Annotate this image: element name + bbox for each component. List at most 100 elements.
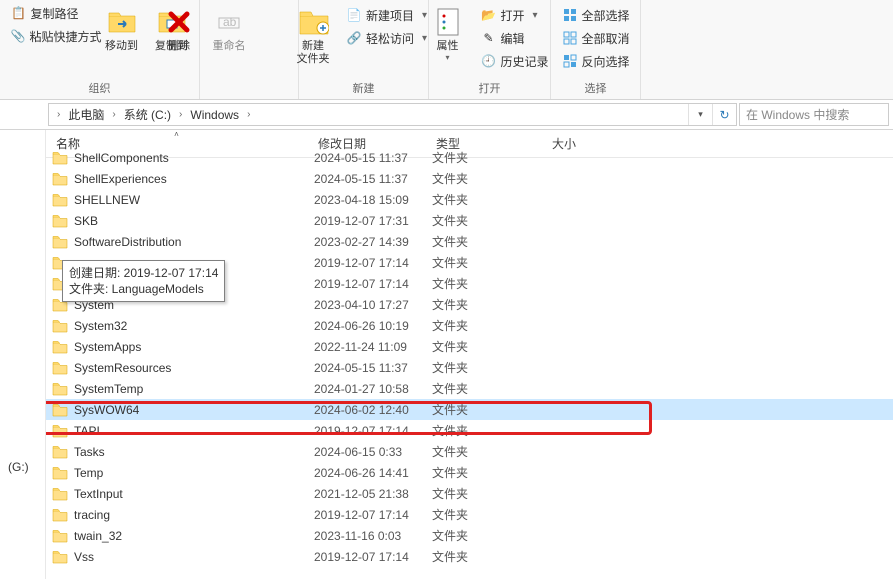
- history-button[interactable]: 🕘历史记录: [475, 50, 555, 72]
- edit-icon: ✎: [481, 30, 497, 46]
- new-item-icon: 📄: [346, 7, 362, 23]
- chevron-right-icon[interactable]: ›: [243, 109, 254, 120]
- search-input[interactable]: 在 Windows 中搜索: [739, 103, 889, 126]
- select-none-button[interactable]: 全部取消: [556, 27, 636, 49]
- table-row[interactable]: SKB2019-12-07 17:31文件夹: [46, 210, 893, 231]
- folder-icon: [52, 381, 68, 397]
- move-to-button[interactable]: 移动到: [99, 2, 145, 72]
- easy-access-icon: 🔗: [346, 30, 362, 46]
- crumb-windows[interactable]: Windows: [186, 104, 243, 125]
- cell-name: SystemResources: [74, 361, 314, 375]
- new-item-button[interactable]: 📄新建项目▾: [340, 4, 437, 26]
- cell-name: TextInput: [74, 487, 314, 501]
- paste-shortcut-button[interactable]: 📎粘贴快捷方式: [5, 25, 95, 47]
- cell-name: Tasks: [74, 445, 314, 459]
- table-row[interactable]: SystemResources2024-05-15 11:37文件夹: [46, 357, 893, 378]
- table-row[interactable]: TAPI2019-12-07 17:14文件夹: [46, 420, 893, 441]
- open-button[interactable]: 📂打开▾: [475, 4, 555, 26]
- chevron-down-icon: ▾: [698, 109, 703, 120]
- table-row[interactable]: ShellComponents2024-05-15 11:37文件夹: [46, 147, 893, 168]
- cell-date: 2023-04-18 15:09: [314, 193, 432, 207]
- table-row[interactable]: SystemApps2022-11-24 11:09文件夹: [46, 336, 893, 357]
- chevron-right-icon[interactable]: ›: [108, 109, 119, 120]
- cell-type: 文件夹: [432, 212, 548, 229]
- folder-icon: [52, 423, 68, 439]
- folder-icon: [52, 528, 68, 544]
- cell-date: 2024-06-26 14:41: [314, 466, 432, 480]
- properties-icon: [432, 6, 464, 38]
- table-row[interactable]: Temp2024-06-26 14:41文件夹: [46, 462, 893, 483]
- cell-type: 文件夹: [432, 485, 548, 502]
- cell-type: 文件夹: [432, 527, 548, 544]
- cell-name: SystemTemp: [74, 382, 314, 396]
- cell-type: 文件夹: [432, 401, 548, 418]
- easy-access-button[interactable]: 🔗轻松访问▾: [340, 27, 437, 49]
- crumb-this-pc[interactable]: 此电脑: [64, 104, 108, 125]
- table-row[interactable]: TextInput2021-12-05 21:38文件夹: [46, 483, 893, 504]
- cell-type: 文件夹: [432, 506, 548, 523]
- cell-name: TAPI: [74, 424, 314, 438]
- address-dropdown[interactable]: ▾: [688, 104, 712, 125]
- cell-type: 文件夹: [432, 359, 548, 376]
- cell-type: 文件夹: [432, 548, 548, 565]
- folder-icon: [52, 444, 68, 460]
- cell-name: Vss: [74, 550, 314, 564]
- folder-icon: [52, 213, 68, 229]
- cell-type: 文件夹: [432, 464, 548, 481]
- sort-indicator-icon: ˄: [174, 130, 179, 139]
- table-row[interactable]: twain_322023-11-16 0:03文件夹: [46, 525, 893, 546]
- breadcrumb-path[interactable]: › 此电脑 › 系统 (C:) › Windows › ▾ ↻: [48, 103, 737, 126]
- new-folder-button[interactable]: 新建 文件夹: [290, 2, 336, 72]
- edit-button[interactable]: ✎编辑: [475, 27, 555, 49]
- refresh-button[interactable]: ↻: [712, 104, 736, 125]
- delete-button[interactable]: 删除: [156, 2, 202, 72]
- nav-tree[interactable]: (G:): [0, 130, 46, 579]
- crumb-c-drive[interactable]: 系统 (C:): [120, 104, 175, 125]
- table-row[interactable]: System322024-06-26 10:19文件夹: [46, 315, 893, 336]
- invert-selection-button[interactable]: 反向选择: [556, 50, 636, 72]
- table-row[interactable]: SystemTemp2024-01-27 10:58文件夹: [46, 378, 893, 399]
- select-none-icon: [562, 30, 578, 46]
- folder-icon: [52, 402, 68, 418]
- cell-type: 文件夹: [432, 422, 548, 439]
- address-bar: › 此电脑 › 系统 (C:) › Windows › ▾ ↻ 在 Window…: [0, 100, 893, 130]
- cell-date: 2024-06-26 10:19: [314, 319, 432, 333]
- chevron-right-icon[interactable]: ›: [53, 109, 64, 120]
- drive-g[interactable]: (G:): [8, 460, 29, 474]
- cell-date: 2019-12-07 17:14: [314, 277, 432, 291]
- cell-date: 2023-02-27 14:39: [314, 235, 432, 249]
- copy-path-button[interactable]: 📋复制路径: [5, 2, 95, 24]
- cell-name: SKB: [74, 214, 314, 228]
- select-all-button[interactable]: 全部选择: [556, 4, 636, 26]
- cell-name: System32: [74, 319, 314, 333]
- cell-type: 文件夹: [432, 191, 548, 208]
- cell-date: 2019-12-07 17:14: [314, 508, 432, 522]
- cell-date: 2019-12-07 17:14: [314, 424, 432, 438]
- table-row[interactable]: SysWOW642024-06-02 12:40文件夹: [46, 399, 893, 420]
- table-row[interactable]: ShellExperiences2024-05-15 11:37文件夹: [46, 168, 893, 189]
- rename-button[interactable]: ab重命名: [206, 2, 252, 72]
- cell-date: 2019-12-07 17:14: [314, 256, 432, 270]
- folder-icon: [52, 150, 68, 166]
- table-row[interactable]: Tasks2024-06-15 0:33文件夹: [46, 441, 893, 462]
- chevron-right-icon[interactable]: ›: [175, 109, 186, 120]
- rows-container: ShellComponents2024-05-15 11:37文件夹ShellE…: [46, 147, 893, 567]
- ribbon-group-open: 打开: [479, 78, 501, 99]
- cell-date: 2024-06-02 12:40: [314, 403, 432, 417]
- properties-button[interactable]: 属性▾: [425, 2, 471, 72]
- refresh-icon: ↻: [719, 108, 729, 122]
- ribbon-group-new: 新建: [353, 78, 375, 99]
- table-row[interactable]: tracing2019-12-07 17:14文件夹: [46, 504, 893, 525]
- rename-icon: ab: [213, 6, 245, 38]
- table-row[interactable]: SHELLNEW2023-04-18 15:09文件夹: [46, 189, 893, 210]
- cell-date: 2021-12-05 21:38: [314, 487, 432, 501]
- delete-icon: [163, 6, 195, 38]
- cell-type: 文件夹: [432, 317, 548, 334]
- tooltip: 创建日期: 2019-12-07 17:14 文件夹: LanguageMode…: [62, 260, 225, 302]
- cell-name: SHELLNEW: [74, 193, 314, 207]
- table-row[interactable]: SoftwareDistribution2023-02-27 14:39文件夹: [46, 231, 893, 252]
- select-all-icon: [562, 7, 578, 23]
- folder-icon: [52, 549, 68, 565]
- table-row[interactable]: Vss2019-12-07 17:14文件夹: [46, 546, 893, 567]
- folder-icon: [52, 486, 68, 502]
